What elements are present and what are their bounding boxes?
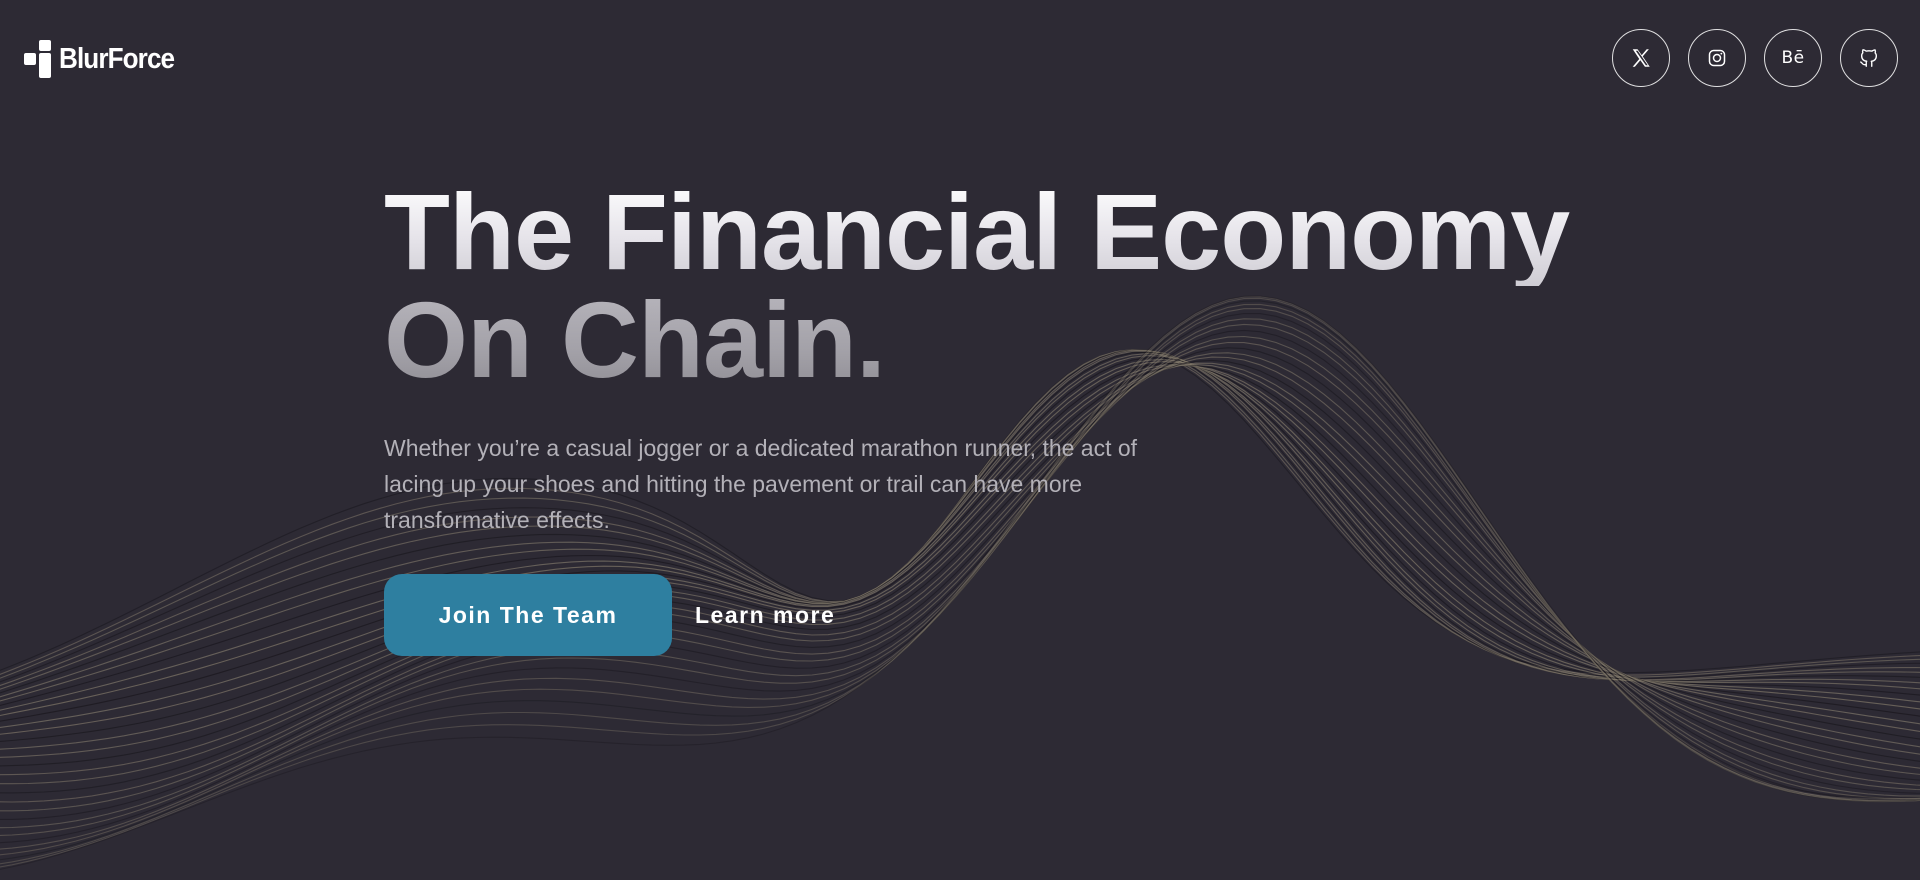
brand-name: BlurForce: [59, 42, 175, 75]
x-icon: [1632, 49, 1650, 67]
behance-icon: Bē: [1781, 48, 1805, 68]
hero-content: The Financial Economy On Chain. Whether …: [384, 178, 1584, 656]
hero-title: The Financial Economy On Chain.: [384, 178, 1584, 394]
brand-logo[interactable]: BlurForce: [24, 40, 187, 78]
learn-more-link[interactable]: Learn more: [695, 602, 835, 629]
hero-section: BlurForce Bē The Financial Economy On Ch…: [0, 0, 1920, 880]
join-team-button[interactable]: Join The Team: [384, 574, 672, 656]
logo-mark-icon: [24, 40, 51, 78]
x-link[interactable]: [1612, 29, 1670, 87]
github-icon: [1860, 49, 1878, 67]
social-links: Bē: [1612, 29, 1898, 87]
hero-subtitle: Whether you’re a casual jogger or a dedi…: [384, 435, 1138, 533]
instagram-icon: [1708, 49, 1726, 67]
hero-title-line-2: On Chain.: [384, 286, 1584, 394]
behance-link[interactable]: Bē: [1764, 29, 1822, 87]
instagram-link[interactable]: [1688, 29, 1746, 87]
github-link[interactable]: [1840, 29, 1898, 87]
hero-title-line-1: The Financial Economy: [384, 178, 1584, 286]
hero-actions: Join The Team Learn more: [384, 574, 1584, 656]
top-bar: BlurForce Bē: [0, 0, 1920, 120]
